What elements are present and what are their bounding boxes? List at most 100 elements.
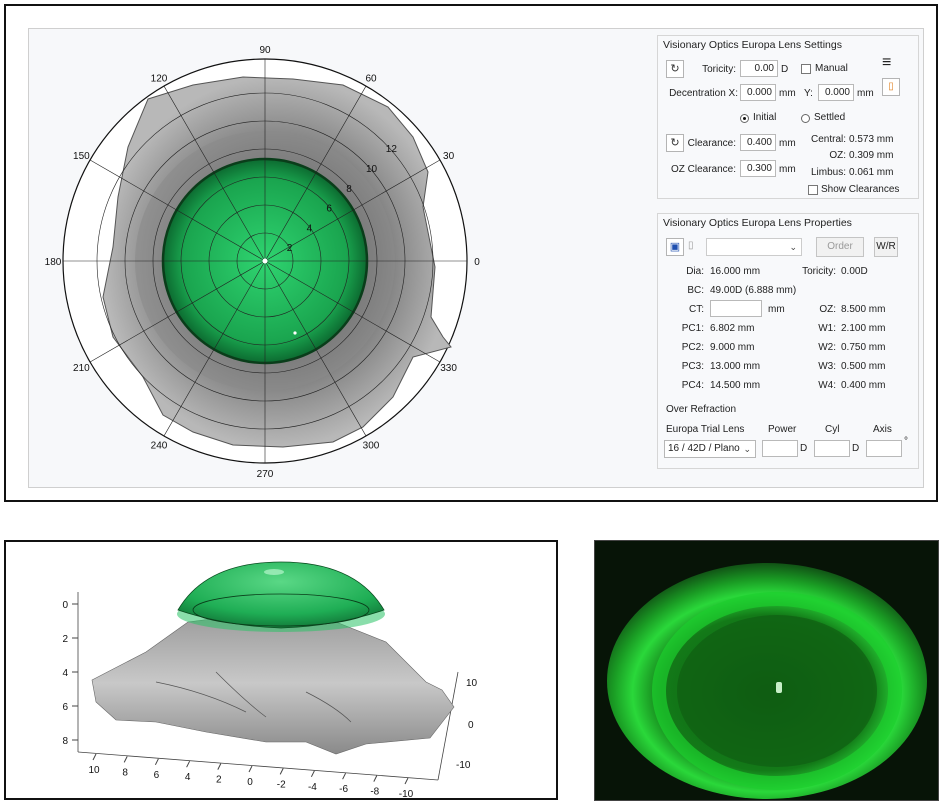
z-tick-label: 0	[468, 720, 474, 731]
initial-radio[interactable]	[740, 114, 749, 123]
clearance-input[interactable]: 0.400	[740, 134, 776, 151]
toricity-input[interactable]: 0.00	[740, 60, 778, 77]
prop-oz-value: 8.500 mm	[841, 304, 886, 315]
x-tick	[154, 758, 159, 766]
refresh-toricity-icon[interactable]: ↻	[666, 60, 684, 78]
clearance-unit: mm	[779, 138, 796, 149]
oz-clear-label: OZ:	[829, 150, 846, 161]
w3-value: 0.500 mm	[841, 361, 886, 372]
ring-label: 10	[366, 164, 378, 175]
w3-label: W3:	[818, 361, 836, 372]
x-tick	[404, 777, 409, 785]
chevron-down-icon: ⌄	[789, 242, 797, 252]
ct-input[interactable]	[710, 300, 762, 317]
copy-icon[interactable]: ▯	[688, 240, 694, 251]
polar-map-svg: 9060300330300270240210180150120 24681012	[45, 45, 481, 480]
x-tick	[186, 760, 191, 768]
oz-clearance-input[interactable]: 0.300	[740, 160, 776, 177]
chevron-down-icon: ⌄	[743, 444, 751, 454]
pc1-value: 6.802 mm	[710, 323, 755, 334]
fluorescein-photo	[594, 540, 939, 801]
clearance-label: Clearance:	[687, 138, 736, 149]
axis-unit: °	[904, 436, 908, 447]
wr-button[interactable]: W/R	[874, 237, 898, 257]
lens-settings-panel: Visionary Optics Europa Lens Settings ↻ …	[657, 35, 919, 199]
x-tick-label: 4	[185, 772, 191, 783]
pc1-label: PC1:	[681, 323, 704, 334]
power-input[interactable]	[762, 440, 798, 457]
x-tick-label: 6	[154, 770, 160, 781]
manual-checkbox[interactable]	[801, 64, 811, 74]
decentration-y-input[interactable]: 0.000	[818, 84, 854, 101]
lens-3d-profile-frame: 0 2 4 6 8 10 8 6 4 2 0 -2 -4 -6 -8 -10 10 0 -10	[4, 540, 558, 800]
center-marker	[262, 258, 268, 264]
oz-clear-value: 0.309 mm	[849, 150, 894, 161]
y-tick-label: 8	[62, 736, 68, 747]
y-label: Y:	[804, 88, 813, 99]
decentration-label: Decentration X:	[669, 88, 738, 99]
pc4-value: 14.500 mm	[710, 380, 761, 391]
x-tick	[123, 756, 128, 763]
settled-radio[interactable]	[801, 114, 810, 123]
x-tick-label: -10	[399, 789, 414, 798]
w1-value: 2.100 mm	[841, 323, 886, 334]
x-tick-label: -6	[339, 784, 348, 795]
x-ticks: 10 8 6 4 2 0 -2 -4 -6 -8 -10	[88, 753, 414, 800]
lens-select[interactable]: ⌄	[706, 238, 802, 256]
ct-unit: mm	[768, 304, 785, 315]
pc4-label: PC4:	[681, 380, 704, 391]
w4-value: 0.400 mm	[841, 380, 886, 391]
prop-toricity-value: 0.00D	[841, 266, 868, 277]
angle-label: 270	[257, 469, 274, 480]
y-tick-label: 2	[62, 634, 68, 645]
show-clearances-checkbox[interactable]	[808, 185, 818, 195]
x-tick-label: 10	[88, 765, 100, 776]
dome-highlight	[264, 569, 284, 575]
w1-label: W1:	[818, 323, 836, 334]
save-icon[interactable]: ▣	[666, 238, 684, 256]
cyl-label: Cyl	[825, 424, 840, 435]
y-tick-label: 4	[62, 668, 68, 679]
toricity-unit: D	[781, 64, 789, 75]
x-tick	[217, 763, 222, 770]
z-tick-label: 10	[466, 678, 478, 689]
angle-label: 180	[45, 257, 62, 268]
trial-lens-value: 16 / 42D / Plano	[668, 443, 740, 454]
document-icon[interactable]: ▯	[882, 78, 900, 96]
trial-lens-select[interactable]: 16 / 42D / Plano ⌄	[664, 440, 756, 458]
ct-label: CT:	[689, 304, 704, 315]
limbus-value: 0.061 mm	[849, 167, 894, 178]
y-ticks: 0 2 4 6 8	[62, 600, 78, 747]
lens-design-window: 90 60 30 0 330 300 270 240 210 180 150 120 2 4 6 8 10 12…	[28, 28, 924, 488]
order-button[interactable]: Order	[816, 237, 864, 257]
limbus-label: Limbus:	[810, 167, 846, 178]
prop-oz-label: OZ:	[819, 304, 836, 315]
angle-label: 60	[365, 73, 377, 84]
angle-label: 150	[73, 151, 90, 162]
cyl-input[interactable]	[814, 440, 850, 457]
menu-icon[interactable]: ≡	[882, 54, 891, 72]
reflection-dot	[293, 331, 297, 335]
power-label: Power	[768, 424, 797, 435]
ring-label: 2	[287, 243, 293, 254]
fluorescein-photo-svg	[595, 541, 938, 800]
axis-input[interactable]	[866, 440, 902, 457]
prop-toricity-label: Toricity:	[802, 266, 836, 277]
x-tick-label: -8	[370, 787, 379, 798]
decentration-x-input[interactable]: 0.000	[740, 84, 776, 101]
x-tick	[279, 768, 284, 775]
refresh-clearance-icon[interactable]: ↻	[666, 134, 684, 152]
z-tick-label: -10	[456, 760, 471, 771]
over-refraction-label: Over Refraction	[666, 404, 737, 415]
polar-map[interactable]: 90 60 30 0 330 300 270 240 210 180 150 120 2 4 6 8 10 12	[43, 37, 481, 481]
axis-label: Axis	[873, 424, 892, 435]
w4-label: W4:	[818, 380, 836, 391]
x-tick	[373, 775, 378, 782]
x-tick	[310, 770, 315, 778]
y-tick-label: 0	[62, 600, 68, 611]
dia-value: 16.000 mm	[710, 266, 761, 277]
show-clearances-label: Show Clearances	[821, 184, 900, 195]
x-tick-label: -4	[308, 782, 317, 793]
angle-label: 300	[363, 441, 380, 452]
w2-label: W2:	[818, 342, 836, 353]
